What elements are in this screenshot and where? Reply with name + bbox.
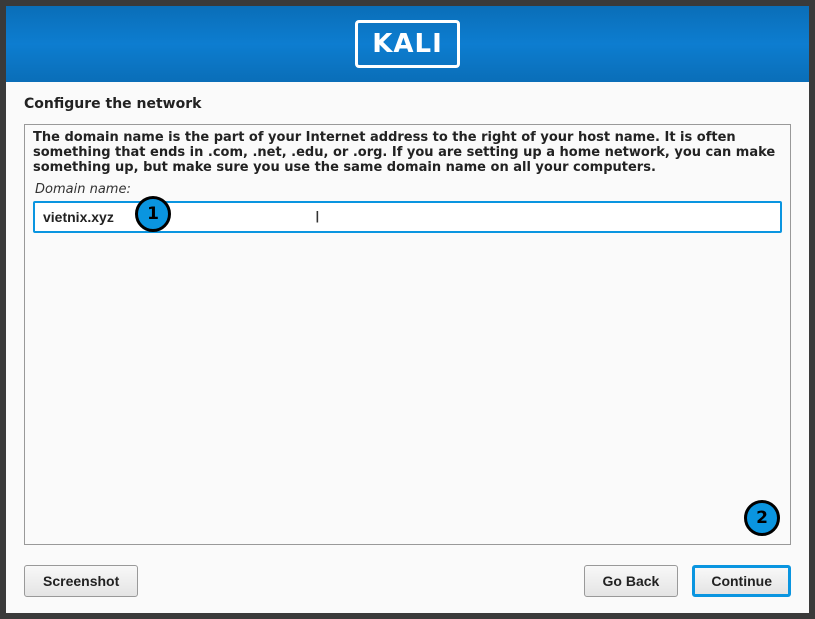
annotation-badge-1: 1	[135, 196, 171, 232]
installer-window: KALI Configure the network The domain na…	[6, 6, 809, 613]
input-wrapper: 1 I	[33, 201, 782, 233]
footer-bar: Screenshot Go Back Continue	[6, 555, 809, 613]
domain-name-label: Domain name:	[35, 182, 782, 197]
screenshot-button[interactable]: Screenshot	[24, 565, 138, 597]
header-banner: KALI	[6, 6, 809, 82]
go-back-button[interactable]: Go Back	[584, 565, 679, 597]
footer-right-group: Go Back Continue	[584, 565, 791, 597]
continue-button[interactable]: Continue	[692, 565, 791, 597]
kali-logo: KALI	[355, 20, 460, 68]
main-panel: The domain name is the part of your Inte…	[24, 124, 791, 545]
annotation-badge-2: 2	[744, 500, 780, 536]
kali-logo-text: KALI	[372, 29, 443, 59]
content-area: Configure the network The domain name is…	[6, 82, 809, 555]
description-text: The domain name is the part of your Inte…	[33, 131, 782, 176]
page-title: Configure the network	[24, 96, 791, 112]
